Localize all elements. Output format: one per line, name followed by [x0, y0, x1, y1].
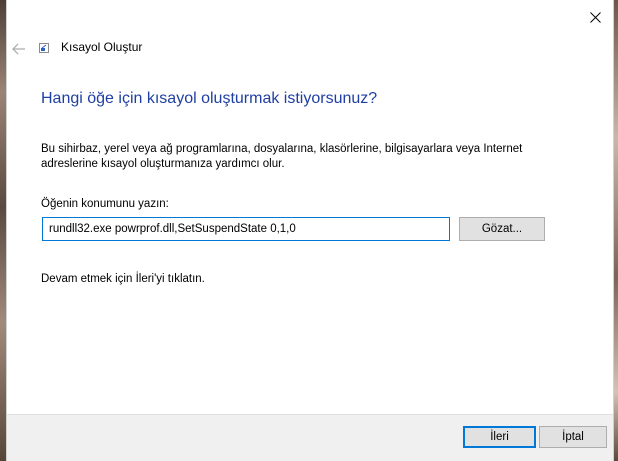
back-button[interactable]: [10, 40, 28, 58]
next-button[interactable]: İleri: [463, 426, 536, 448]
close-button[interactable]: [579, 0, 611, 34]
close-icon: [589, 11, 601, 23]
dialog-footer: İleri İptal: [7, 414, 613, 461]
browse-button[interactable]: Gözat...: [459, 217, 545, 241]
back-arrow-icon: [12, 43, 25, 55]
window-title: Kısayol Oluştur: [61, 40, 143, 54]
location-input[interactable]: [42, 217, 450, 241]
dialog-header: Kısayol Oluştur: [7, 34, 613, 64]
cancel-button[interactable]: İptal: [539, 426, 607, 448]
shortcut-icon: [39, 43, 49, 53]
desktop-background-right: [614, 0, 618, 461]
wizard-description: Bu sihirbaz, yerel veya ağ programlarına…: [41, 143, 523, 170]
continue-hint: Devam etmek için İleri'yi tıklatın.: [41, 273, 205, 285]
location-label: Öğenin konumunu yazın:: [41, 198, 169, 210]
page-heading: Hangi öğe için kısayol oluşturmak istiyo…: [41, 90, 378, 107]
create-shortcut-dialog: Kısayol Oluştur Hangi öğe için kısayol o…: [6, 0, 614, 461]
